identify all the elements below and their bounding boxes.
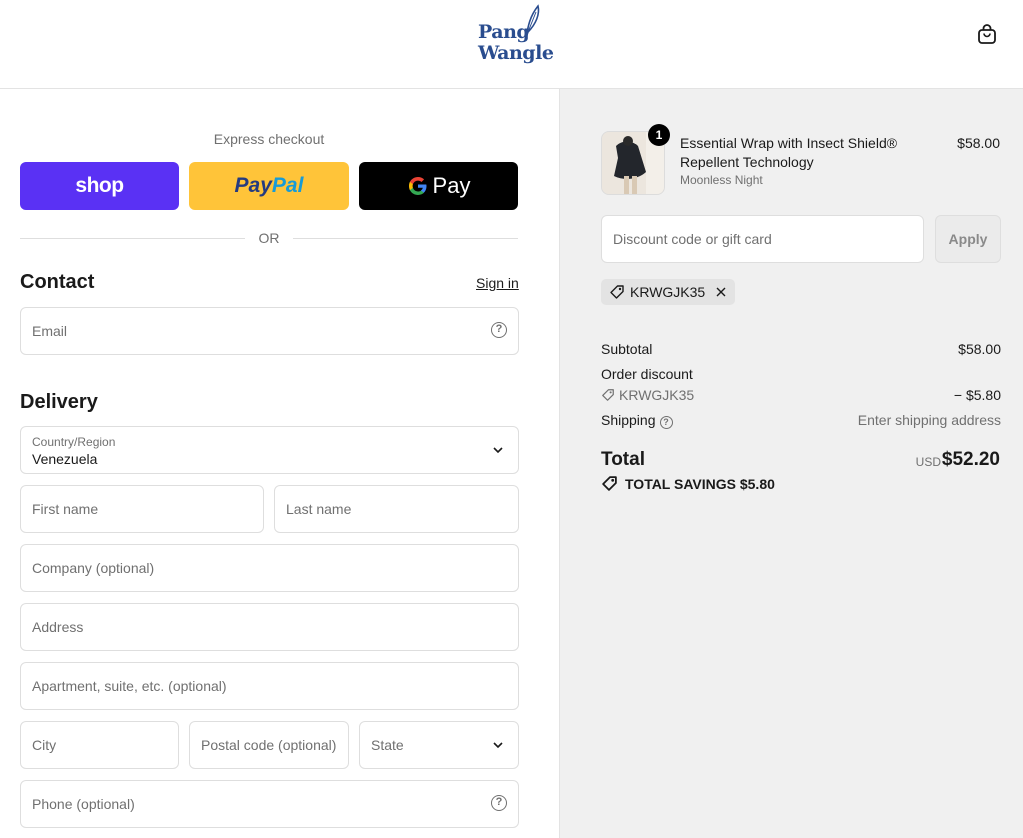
contact-heading: Contact — [20, 271, 95, 293]
total-amount: $52.20 — [941, 449, 1000, 470]
total-savings-text: TOTAL SAVINGS $5.80 — [625, 475, 775, 492]
checkout-form: Express checkout shop Pay Pal Pay OR Cont… — [0, 89, 559, 838]
order-discount-label: Order discount — [601, 366, 693, 382]
chevron-down-icon — [493, 742, 503, 749]
product-variant: Moonless Night — [680, 173, 763, 187]
phone-field[interactable]: Phone (optional) ? — [20, 780, 519, 828]
header: Pang Wangle — [0, 0, 1023, 89]
last-name-field[interactable]: Last name — [274, 485, 519, 533]
subtotal-row: Subtotal $58.00 — [601, 341, 1001, 357]
remove-discount-icon[interactable] — [715, 286, 727, 298]
state-placeholder: State — [371, 737, 404, 753]
discount-code-label: KRWGJK35 — [619, 387, 695, 403]
order-discount-row: Order discount — [601, 366, 1001, 382]
shopping-bag-icon[interactable] — [976, 23, 998, 45]
shipping-label: Shipping — [601, 412, 656, 428]
express-checkout-title: Express checkout — [213, 131, 325, 147]
city-field[interactable]: City — [20, 721, 179, 769]
postal-code-field[interactable]: Postal code (optional) — [189, 721, 349, 769]
company-placeholder: Company (optional) — [32, 560, 155, 576]
product-name: Essential Wrap with Insect Shield® Repel… — [680, 135, 898, 170]
phone-placeholder: Phone (optional) — [32, 796, 135, 812]
google-pay-button[interactable]: Pay — [359, 162, 518, 210]
help-icon[interactable]: ? — [491, 322, 507, 338]
quantity-badge: 1 — [648, 124, 670, 146]
help-icon[interactable]: ? — [659, 416, 673, 429]
apply-button[interactable]: Apply — [935, 215, 1001, 263]
apartment-field[interactable]: Apartment, suite, etc. (optional) — [20, 662, 519, 710]
google-g-icon — [408, 177, 427, 195]
email-placeholder: Email — [32, 323, 68, 339]
city-placeholder: City — [32, 737, 57, 753]
email-field[interactable]: Email ? — [20, 307, 519, 355]
shop-pay-label: shop — [75, 174, 124, 197]
subtotal-label: Subtotal — [601, 341, 653, 357]
shipping-value: Enter shipping address — [857, 412, 1001, 428]
total-savings: TOTAL SAVINGS $5.80 — [601, 475, 775, 492]
product-price: $58.00 — [957, 135, 1000, 151]
postal-code-placeholder: Postal code (optional) — [201, 737, 337, 753]
divider-left — [20, 238, 245, 239]
apartment-placeholder: Apartment, suite, etc. (optional) — [32, 678, 227, 694]
total-currency: USD — [915, 455, 941, 469]
address-placeholder: Address — [32, 619, 84, 635]
applied-code-text: KRWGJK35 — [630, 284, 706, 300]
first-name-placeholder: First name — [32, 501, 99, 517]
delivery-heading: Delivery — [20, 391, 98, 413]
discount-placeholder: Discount code or gift card — [613, 231, 772, 247]
applied-discount-chip: KRWGJK35 — [601, 279, 736, 305]
address-field[interactable]: Address — [20, 603, 519, 651]
google-pay-label: Pay — [432, 173, 471, 198]
first-name-field[interactable]: First name — [20, 485, 264, 533]
company-field[interactable]: Company (optional) — [20, 544, 519, 592]
tag-icon — [610, 285, 624, 299]
last-name-placeholder: Last name — [286, 501, 352, 517]
paypal-label-part1: Pay — [234, 174, 272, 197]
state-select[interactable]: State — [359, 721, 519, 769]
feather-icon — [525, 4, 540, 39]
country-value: Venezuela — [32, 451, 98, 467]
order-summary: 1 Essential Wrap with Insect Shield® Rep… — [559, 89, 1023, 838]
paypal-button[interactable]: Pay Pal — [189, 162, 349, 210]
brand-line-2: Wangle — [478, 42, 554, 64]
discount-value: − $5.80 — [953, 387, 1001, 403]
shipping-row: Shipping? Enter shipping address — [601, 412, 1001, 429]
sign-in-link[interactable]: Sign in — [476, 275, 519, 291]
country-select[interactable]: Country/Region Venezuela — [20, 426, 519, 474]
discount-code-row: KRWGJK35 − $5.80 — [601, 387, 1001, 405]
divider-right — [293, 238, 518, 239]
help-icon[interactable]: ? — [491, 795, 507, 811]
country-label: Country/Region — [32, 435, 116, 449]
chevron-down-icon — [493, 447, 503, 454]
total-label: Total — [601, 449, 645, 470]
discount-code-input[interactable]: Discount code or gift card — [601, 215, 924, 263]
paypal-label-part2: Pal — [271, 174, 304, 197]
shop-pay-button[interactable]: shop — [20, 162, 179, 210]
subtotal-value: $58.00 — [958, 341, 1001, 357]
tag-icon — [602, 476, 617, 491]
tag-icon — [602, 389, 614, 401]
or-separator: OR — [258, 230, 280, 246]
brand-logo[interactable]: Pang Wangle — [476, 4, 554, 68]
